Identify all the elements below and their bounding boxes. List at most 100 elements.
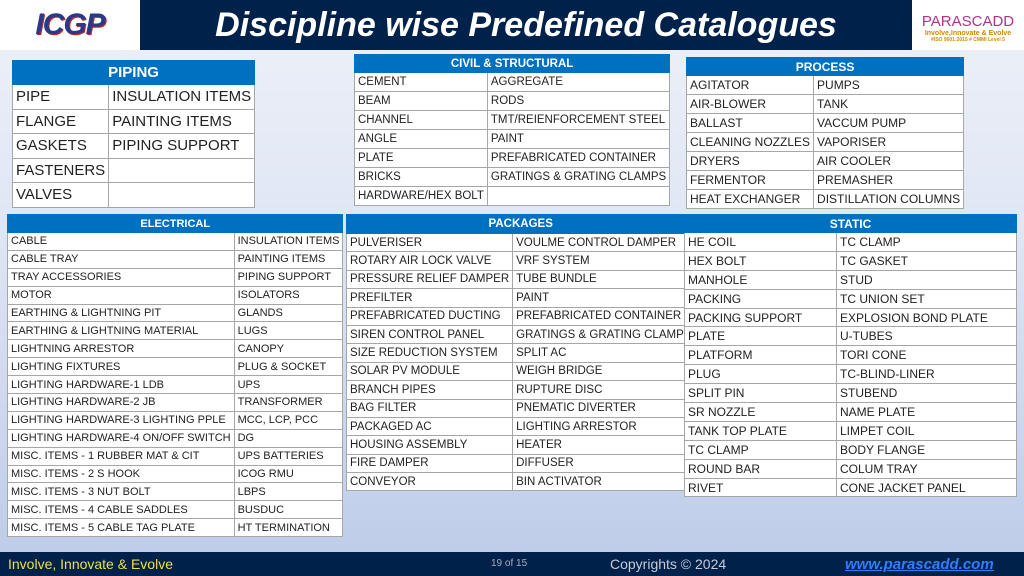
table-cell: GRATINGS & GRATING CLAMPS — [486, 167, 671, 187]
table-row: SOLAR PV MODULE WEIGH BRIDGE — [345, 361, 696, 382]
table-cell: COLUM TRAY — [836, 458, 1017, 479]
table-cell: VACCUM PUMP — [813, 113, 965, 133]
table-row: HE COIL TC CLAMP — [684, 232, 1017, 252]
parascadd-logo-tagline: Involve,Innovate & Evolve — [924, 30, 1012, 37]
table-cell: PUMPS — [813, 75, 965, 95]
table-cell: PAINT — [512, 288, 696, 308]
table-row: EARTHING & LIGHTNING MATERIAL LUGS — [7, 321, 344, 341]
table-cell: LIGHTING HARDWARE-1 LDB — [7, 375, 235, 395]
table-row: PREFABRICATED DUCTING PREFABRICATED CONTA… — [345, 306, 696, 326]
table-row: GASKETS PIPING SUPPORT — [11, 133, 256, 159]
table-row: MISC. ITEMS - 4 CABLE SADDLES BUSDUC — [7, 500, 344, 520]
table-cell: BIN ACTIVATOR — [512, 472, 696, 492]
table-row: HEAT EXCHANGER DISTILLATION COLUMNS — [685, 189, 965, 209]
table-cell: BALLAST — [685, 113, 815, 133]
table-cell: RIVET — [684, 477, 837, 498]
table-cell: TC UNION SET — [836, 288, 1017, 309]
table-cell: LIGHTING ARRESTOR — [512, 416, 696, 437]
footer: Involve, Innovate & Evolve 19 of 15 Copy… — [0, 552, 1024, 576]
table-cell: TANK TOP PLATE — [684, 420, 837, 441]
table-row: BAG FILTER PNEMATIC DIVERTER — [345, 398, 696, 418]
table-cell: PAINTING ITEMS — [108, 108, 256, 134]
civil-structural-table: CIVIL & STRUCTURAL CEMENT AGGREGATE BEAM ROD… — [353, 54, 671, 206]
table-cell: HEATER — [512, 435, 696, 455]
table-row: FASTENERS — [11, 157, 256, 183]
electrical-table: ELECTRICAL CABLE INSULATION ITEMS CABLE TRA… — [6, 214, 344, 538]
table-row: MISC. ITEMS - 1 RUBBER MAT & CIT UPS BATT… — [7, 446, 344, 466]
table-header: ELECTRICAL — [6, 214, 344, 233]
table-cell: STUBEND — [836, 383, 1017, 404]
table-cell — [108, 157, 256, 183]
table-cell: FASTENERS — [11, 157, 110, 183]
table-cell: RODS — [486, 91, 671, 111]
table-cell: DG — [233, 428, 344, 448]
table-header: PIPING — [11, 60, 256, 85]
parascadd-logo: PARASCADD Involve,Innovate & Evolve #ISO… — [912, 0, 1024, 50]
table-cell: PULVERISER — [345, 232, 514, 253]
table-row: MISC. ITEMS - 3 NUT BOLT LBPS — [7, 482, 344, 502]
table-cell: HOUSING ASSEMBLY — [345, 435, 514, 455]
table-cell: LBPS — [233, 482, 344, 502]
table-row: CHANNEL TMT/REIENFORCEMENT STEEL — [354, 110, 671, 130]
table-row: PREFILTER PAINT — [345, 288, 696, 308]
table-cell: ISOLATORS — [233, 285, 344, 305]
table-cell: NAME PLATE — [836, 402, 1017, 422]
table-row: RIVET CONE JACKET PANEL — [684, 477, 1017, 498]
table-cell: LIGHTING HARDWARE-2 JB — [7, 393, 235, 412]
table-cell: STUD — [836, 269, 1017, 290]
table-row: LIGHTING HARDWARE-4 ON/OFF SWITCH DG — [7, 428, 344, 448]
static-table: STATIC HE COIL TC CLAMP HEX BOLT TC GASKET MA… — [684, 214, 1017, 498]
table-cell: CONVEYOR — [345, 472, 514, 492]
table-row: TC CLAMP BODY FLANGE — [684, 439, 1017, 460]
table-row: DRYERS AIR COOLER — [685, 151, 965, 171]
table-cell: RUPTURE DISC — [512, 380, 696, 400]
table-cell: LIMPET COIL — [836, 420, 1017, 441]
table-cell: SOLAR PV MODULE — [345, 361, 514, 382]
table-cell: PLATE — [354, 148, 488, 168]
table-cell: LIGHTING HARDWARE-3 LIGHTING PPLE — [7, 410, 235, 430]
table-row: TRAY ACCESSORIES PIPING SUPPORT — [7, 267, 344, 287]
table-cell: PACKING — [684, 288, 837, 309]
table-cell: MCC, LCP, PCC — [233, 410, 344, 430]
table-cell: ROTARY AIR LOCK VALVE — [345, 251, 514, 271]
table-cell: LUGS — [233, 321, 344, 341]
table-cell: PREFILTER — [345, 288, 514, 308]
table-row: BALLAST VACCUM PUMP — [685, 113, 965, 133]
table-cell: GRATINGS & GRATING CLAMPS — [512, 324, 696, 345]
table-cell: UPS BATTERIES — [233, 446, 344, 466]
piping-table: PIPING PIPE INSULATION ITEMS FLANGE PAINTING… — [11, 60, 256, 208]
table-cell: PACKAGED AC — [345, 416, 514, 437]
table-cell: PIPING SUPPORT — [108, 133, 256, 159]
table-cell: TRANSFORMER — [233, 393, 344, 412]
table-cell: VOULME CONTROL DAMPER — [512, 232, 696, 253]
table-header: CIVIL & STRUCTURAL — [353, 54, 671, 73]
table-row: LIGHTING HARDWARE-2 JB TRANSFORMER — [7, 393, 344, 412]
table-row: CABLE INSULATION ITEMS — [7, 232, 344, 251]
page-number: 19 of 15 — [491, 558, 528, 569]
table-cell: BRANCH PIPES — [345, 380, 514, 400]
table-header: PACKAGES — [345, 214, 696, 234]
table-cell: BRICKS — [354, 167, 488, 187]
page-title: Discipline wise Predefined Catalogues — [215, 5, 837, 44]
table-row: PLATE PREFABRICATED CONTAINER — [354, 148, 671, 168]
table-cell: PREFABRICATED CONTAINER — [512, 306, 696, 326]
table-cell: SPLIT PIN — [684, 383, 837, 404]
table-row: EARTHING & LIGHTNING PIT GLANDS — [7, 303, 344, 323]
table-row: SPLIT PIN STUBEND — [684, 383, 1017, 404]
table-row: PACKING SUPPORT EXPLOSION BOND PLATE — [684, 307, 1017, 328]
table-cell: BAG FILTER — [345, 398, 514, 418]
table-row: PLATE U-TUBES — [684, 326, 1017, 347]
table-cell: HE COIL — [684, 232, 837, 252]
table-cell: PREFABRICATED DUCTING — [345, 306, 514, 326]
website-link[interactable]: www.parascadd.com — [845, 556, 994, 573]
table-cell: EXPLOSION BOND PLATE — [836, 307, 1017, 328]
table-row: BRICKS GRATINGS & GRATING CLAMPS — [354, 167, 671, 187]
table-cell: PLATFORM — [684, 345, 837, 366]
table-cell: DRYERS — [685, 151, 815, 171]
parascadd-logo-iso: #ISO 9001:2015 # CMMI Level 5 — [931, 37, 1005, 43]
table-cell: TUBE BUNDLE — [512, 269, 696, 290]
table-cell: MISC. ITEMS - 3 NUT BOLT — [7, 482, 235, 502]
table-cell: PIPING SUPPORT — [233, 267, 344, 287]
table-row: PIPE INSULATION ITEMS — [11, 84, 256, 110]
table-row: FIRE DAMPER DIFFUSER — [345, 453, 696, 474]
